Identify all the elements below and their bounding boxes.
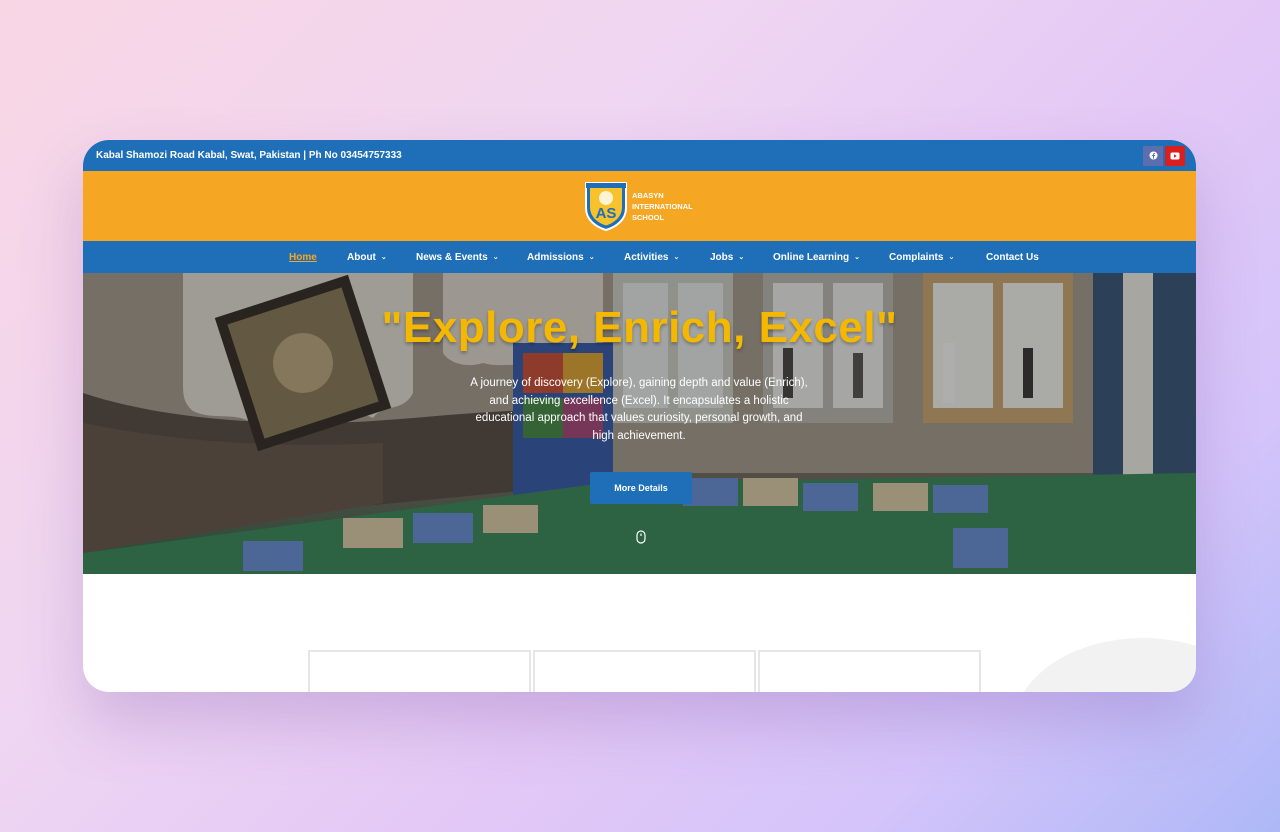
mouse-scroll-icon[interactable]: [636, 530, 646, 544]
decorative-shape: [1013, 638, 1196, 692]
nav-label: Online Learning: [773, 251, 850, 263]
nav-label: Complaints: [889, 251, 944, 263]
hero-description: A journey of discovery (Explore), gainin…: [470, 377, 808, 442]
chevron-down-icon: ⌄: [588, 254, 595, 261]
nav-label: Contact Us: [986, 251, 1039, 263]
nav-item-home[interactable]: Home: [289, 241, 317, 273]
nav-label: Admissions: [527, 251, 584, 263]
nav-label: News & Events: [416, 251, 488, 263]
feature-card: [758, 650, 981, 692]
nav-label: Home: [289, 251, 317, 263]
chevron-down-icon: ⌄: [738, 254, 745, 261]
chevron-down-icon: ⌄: [492, 254, 499, 261]
browser-frame: Kabal Shamozi Road Kabal, Swat, Pakistan…: [83, 140, 1196, 692]
nav-item-activities[interactable]: Activities ⌄: [624, 241, 679, 273]
nav-item-jobs[interactable]: Jobs ⌄: [710, 241, 744, 273]
site-header: AS ABASYN INTERNATIONAL SCHOOL: [83, 171, 1196, 241]
top-info-bar: Kabal Shamozi Road Kabal, Swat, Pakistan…: [83, 140, 1196, 171]
logo-wordmark: ABASYN INTERNATIONAL SCHOOL: [632, 190, 693, 223]
nav-item-about[interactable]: About ⌄: [347, 241, 387, 273]
nav-item-contact-us[interactable]: Contact Us: [986, 241, 1039, 273]
address-text: Kabal Shamozi Road Kabal, Swat, Pakistan…: [96, 150, 402, 161]
feature-cards: [308, 650, 981, 692]
nav-label: Jobs: [710, 251, 734, 263]
logo-line-2: INTERNATIONAL: [632, 201, 693, 211]
logo-line-3: SCHOOL: [632, 212, 665, 222]
nav-label: About: [347, 251, 376, 263]
nav-label: Activities: [624, 251, 669, 263]
chevron-down-icon: ⌄: [380, 254, 387, 261]
logo-line-1: ABASYN: [632, 190, 664, 200]
chevron-down-icon: ⌄: [673, 254, 680, 261]
hero-banner: "Explore, Enrich, Excel" A journey of di…: [83, 273, 1196, 574]
feature-card: [308, 650, 531, 692]
facebook-icon: [1148, 151, 1158, 160]
youtube-icon: [1170, 152, 1180, 159]
more-details-button[interactable]: More Details: [590, 472, 692, 504]
nav-item-admissions[interactable]: Admissions ⌄: [527, 241, 595, 273]
site-logo[interactable]: AS ABASYN INTERNATIONAL SCHOOL: [583, 180, 693, 232]
nav-item-news-events[interactable]: News & Events ⌄: [416, 241, 499, 273]
feature-card: [533, 650, 756, 692]
hero-title: "Explore, Enrich, Excel": [381, 303, 898, 352]
chevron-down-icon: ⌄: [948, 254, 955, 261]
main-navigation: Home About ⌄ News & Events ⌄ Admissions …: [83, 241, 1196, 273]
social-links: [1143, 145, 1185, 166]
chevron-down-icon: ⌄: [854, 254, 860, 261]
youtube-button[interactable]: [1165, 145, 1185, 166]
nav-item-complaints[interactable]: Complaints ⌄: [889, 241, 954, 273]
svg-text:AS: AS: [596, 205, 617, 222]
school-emblem-icon: AS: [585, 182, 627, 232]
facebook-button[interactable]: [1143, 145, 1163, 166]
nav-item-online-learning[interactable]: Online Learning ⌄: [773, 241, 860, 273]
